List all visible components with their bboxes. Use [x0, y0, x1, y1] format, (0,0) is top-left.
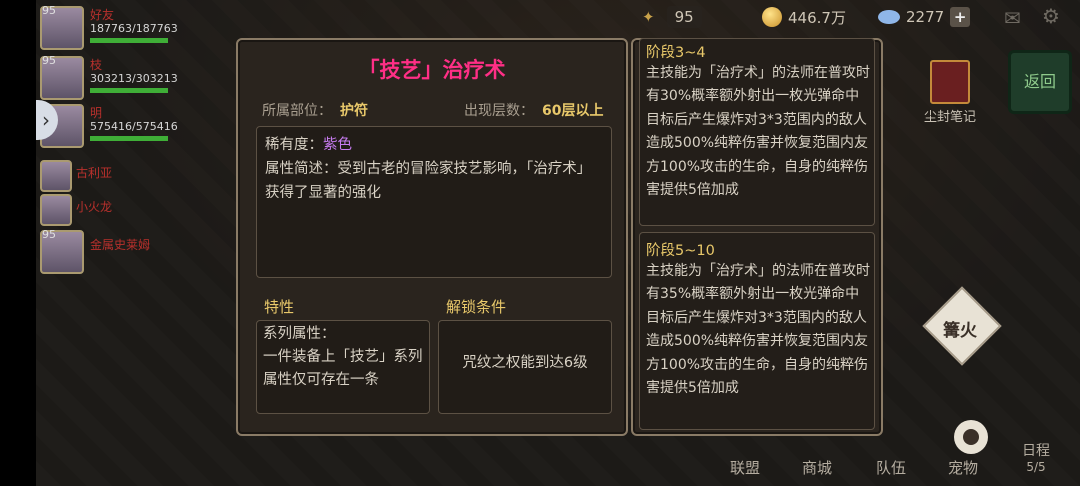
member-level: 95 — [42, 228, 56, 241]
description-box: 稀有度：紫色 属性简述：受到古老的冒险家技艺影响，「治疗术」获得了显著的强化 — [256, 126, 612, 278]
stage-heading: 阶段3~4 — [646, 45, 706, 61]
description-text: 属性简述：受到古老的冒险家技艺影响，「治疗术」获得了显著的强化 — [265, 161, 592, 201]
stage-heading: 阶段5~10 — [646, 243, 715, 259]
schedule-count: 5/5 — [1026, 460, 1046, 474]
item-title: 「技艺」治疗术 — [358, 58, 506, 82]
game-scene: ✦ 95 446.7万 2277 + ✉ ⚙ 95 好友 187763/1877… — [36, 0, 1080, 486]
coin-value: 446.7万 — [788, 8, 846, 27]
nav-alliance[interactable]: 联盟 — [730, 457, 760, 478]
hp-bar — [90, 136, 168, 141]
party-member[interactable]: 95 好友 187763/187763 — [40, 4, 220, 50]
member-level: 95 — [42, 4, 56, 17]
nav-pet[interactable]: 宠物 — [948, 457, 978, 478]
party-member[interactable]: 95 枝 303213/303213 — [40, 54, 220, 100]
floor-info: 出现层数： 60层以上 — [464, 100, 603, 120]
trait-heading: 特性 — [264, 298, 295, 316]
gem-counter: 2277 + — [878, 4, 971, 30]
avatar — [40, 160, 72, 192]
member-hp: 303213/303213 — [90, 72, 178, 85]
gem-value: 2277 — [906, 8, 945, 26]
nav-shop[interactable]: 商城 — [802, 457, 832, 478]
rarity-line: 稀有度：紫色 — [265, 133, 352, 157]
trait-text: 系列属性： 一件装备上「技艺」系列属性仅可存在一条 — [263, 326, 423, 388]
member-name: 枝 — [90, 58, 103, 72]
member-name: 小火龙 — [76, 200, 113, 214]
member-name: 明 — [90, 106, 103, 120]
book-icon — [930, 60, 970, 104]
member-hp: 575416/575416 — [90, 120, 178, 133]
floor-value: 60层以上 — [542, 103, 604, 119]
member-name: 好友 — [90, 8, 115, 22]
stage-effects-panel: 阶段3~4 主技能为「治疗术」的法师在普攻时有30%概率额外射出一枚光弹命中目标… — [631, 38, 883, 436]
bonfire-label[interactable]: 篝火 — [918, 316, 1002, 341]
paw-icon[interactable] — [954, 420, 988, 454]
dust-notes-button[interactable]: 尘封笔记 — [920, 60, 980, 125]
hp-bar — [90, 38, 168, 43]
slot-value: 护符 — [340, 103, 368, 119]
party-member[interactable]: 95 金属史莱姆 — [40, 228, 220, 274]
dust-notes-label: 尘封笔记 — [923, 110, 976, 125]
stage-block: 阶段3~4 主技能为「治疗术」的法师在普攻时有30%概率额外射出一枚光弹命中目标… — [639, 38, 875, 226]
member-hp: 187763/187763 — [90, 22, 178, 35]
coin-counter: 446.7万 — [762, 4, 846, 30]
level-value: 95 — [666, 6, 702, 28]
floor-label: 出现层数： — [464, 103, 534, 119]
member-name: 金属史莱姆 — [90, 238, 151, 252]
party-member[interactable]: 明 575416/575416 — [40, 104, 220, 148]
wheat-icon: ✦ — [642, 8, 655, 26]
avatar — [40, 194, 72, 226]
nav-team[interactable]: 队伍 — [876, 457, 906, 478]
stage-block: 阶段5~10 主技能为「治疗术」的法师在普攻时有35%概率额外射出一枚光弹命中目… — [639, 232, 875, 430]
return-button[interactable]: 返回 — [1008, 50, 1072, 114]
member-name: 古利亚 — [76, 166, 113, 180]
nav-schedule[interactable]: 日程 5/5 — [1016, 440, 1056, 474]
hp-bar — [90, 88, 168, 93]
member-level: 95 — [42, 54, 56, 67]
add-gems-button[interactable]: + — [950, 7, 971, 27]
slot-label: 所属部位： — [262, 103, 332, 119]
stage-text: 主技能为「治疗术」的法师在普攻时有35%概率额外射出一枚光弹命中目标后产生爆炸对… — [646, 263, 870, 397]
unlock-heading: 解锁条件 — [446, 298, 507, 316]
party-member[interactable]: 小火龙 — [40, 194, 220, 226]
rarity-label: 稀有度： — [265, 137, 323, 153]
unlock-box: 咒纹之权能到达6级 — [438, 320, 612, 414]
party-member[interactable]: 古利亚 — [40, 160, 220, 192]
coin-icon — [762, 7, 782, 27]
item-detail-panel: 「技艺」治疗术 所属部位： 护符 出现层数： 60层以上 稀有度：紫色 属性简述：受… — [236, 38, 628, 436]
level-badge: ✦ 95 — [642, 4, 702, 30]
stage-text: 主技能为「治疗术」的法师在普攻时有30%概率额外射出一枚光弹命中目标后产生爆炸对… — [646, 65, 870, 199]
schedule-label: 日程 — [1022, 443, 1050, 459]
slot-info: 所属部位： 护符 — [262, 100, 368, 120]
gem-icon — [878, 10, 900, 24]
trait-box: 系列属性： 一件装备上「技艺」系列属性仅可存在一条 — [256, 320, 430, 414]
rarity-value: 紫色 — [323, 137, 352, 153]
mail-icon[interactable]: ✉ — [1004, 6, 1021, 30]
gear-icon[interactable]: ⚙ — [1042, 4, 1060, 28]
unlock-text: 咒纹之权能到达6级 — [462, 355, 588, 371]
